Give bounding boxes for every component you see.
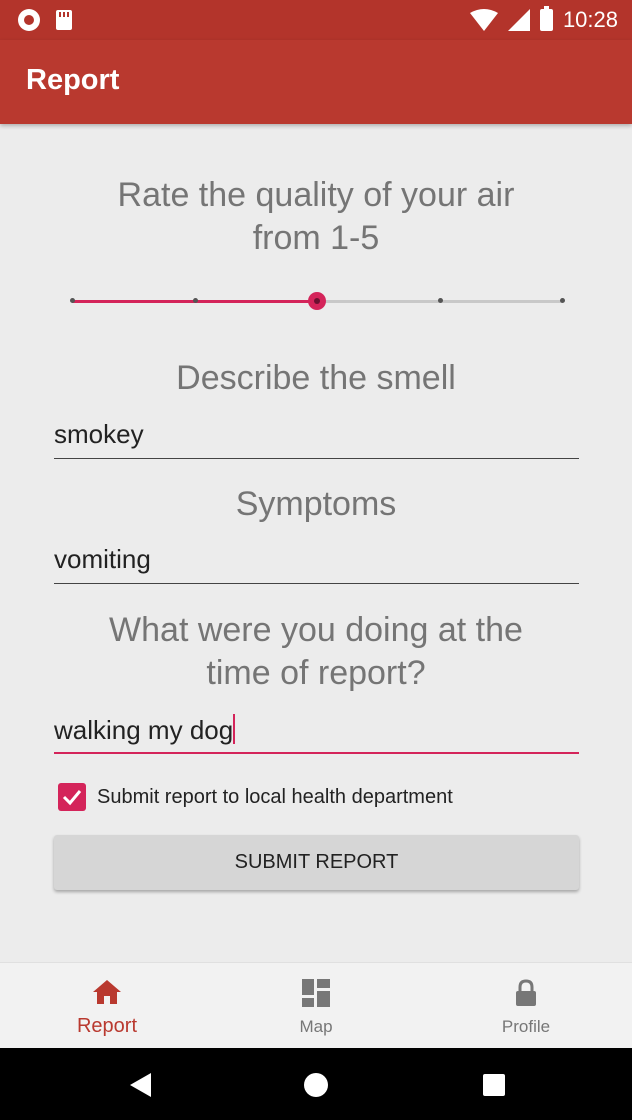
slider-tick [560, 298, 565, 303]
rating-question-line-1: Rate the quality of your air [117, 176, 515, 214]
dashboard-icon [302, 979, 330, 1007]
text-cursor [233, 714, 236, 744]
health-department-checkbox-label: Submit report to local health department [97, 785, 453, 808]
home-circle-icon[interactable] [303, 1072, 329, 1098]
activity-input-value: walking my dog [54, 715, 234, 745]
smell-input[interactable]: smokey [54, 418, 579, 459]
slider-thumb[interactable] [308, 292, 326, 310]
check-icon [62, 790, 82, 806]
slider-tick [70, 298, 75, 303]
recents-icon[interactable] [482, 1073, 506, 1097]
nav-label-map: Map [299, 1017, 333, 1036]
rating-question: Rate the quality of your air from 1-5 [60, 174, 572, 260]
symptoms-input[interactable]: vomiting [54, 543, 579, 584]
wifi-icon [469, 9, 498, 31]
page-title: Report [26, 64, 120, 96]
activity-input[interactable]: walking my dog [54, 712, 579, 754]
submit-report-button[interactable]: SUBMIT REPORT [54, 835, 579, 890]
symptoms-question: Symptoms [235, 485, 397, 523]
rating-question-line-2: from 1-5 [252, 219, 380, 257]
app-bar: Report [0, 40, 632, 124]
nav-item-report[interactable]: Report [27, 963, 187, 1049]
nav-item-map[interactable]: Map [236, 963, 396, 1049]
smell-input-value: smokey [54, 419, 144, 449]
activity-question-line-1: What were you doing at the [109, 611, 523, 649]
signal-icon [507, 9, 530, 31]
bottom-nav: Report Map Profile [0, 962, 632, 1049]
activity-question: What were you doing at the time of repor… [60, 609, 572, 695]
slider-tick [192, 298, 198, 303]
lock-icon [516, 979, 536, 1006]
air-quality-slider[interactable] [70, 292, 565, 310]
sd-card-icon [56, 10, 72, 30]
smell-question: Describe the smell [176, 359, 456, 397]
back-icon[interactable] [129, 1072, 153, 1098]
nav-label-report: Report [76, 1015, 138, 1037]
system-nav-bar [0, 1048, 632, 1120]
notification-dot-icon [18, 9, 40, 31]
nav-item-profile[interactable]: Profile [446, 963, 606, 1049]
activity-question-line-2: time of report? [206, 654, 426, 692]
battery-icon [539, 6, 553, 31]
health-department-checkbox[interactable] [58, 783, 86, 811]
nav-label-profile: Profile [501, 1017, 551, 1036]
health-department-checkbox-row[interactable]: Submit report to local health department [58, 783, 453, 811]
symptoms-input-value: vomiting [54, 544, 151, 574]
home-icon [93, 980, 121, 1004]
slider-tick [437, 298, 443, 303]
status-bar: 10:28 [0, 0, 632, 40]
status-time: 10:28 [562, 7, 618, 32]
